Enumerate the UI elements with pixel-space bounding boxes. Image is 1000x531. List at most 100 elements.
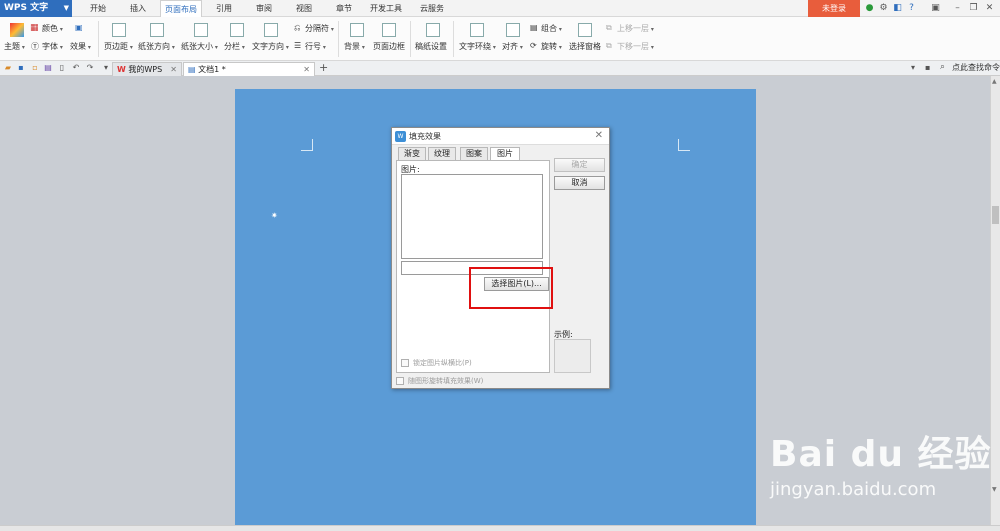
bring-forward-button[interactable]: 上移一层	[617, 23, 654, 34]
sample-preview	[554, 339, 591, 373]
breaks-button[interactable]: 分隔符	[305, 23, 334, 34]
undo-icon[interactable]: ↶	[71, 63, 81, 73]
chevron-down-icon: ▼	[63, 4, 69, 12]
menu-bar: WPS 文字 ▼ 开始 插入 页面布局 引用 审阅 视图 章节 开发工具 云服务…	[0, 0, 1000, 17]
dialog-title-bar[interactable]: W 填充效果 ✕	[392, 128, 609, 145]
divider	[453, 21, 454, 57]
rotate-icon: ⟳	[530, 41, 537, 50]
app-name: WPS 文字	[4, 3, 49, 13]
redo-icon[interactable]: ↷	[85, 63, 95, 73]
app-menu-button[interactable]: WPS 文字 ▼	[0, 0, 72, 17]
scrollbar-thumb[interactable]	[992, 206, 999, 224]
status-bar	[0, 525, 1000, 531]
close-icon[interactable]: ✕	[595, 130, 603, 141]
scroll-up-icon[interactable]: ▲	[992, 78, 997, 85]
tab-texture[interactable]: 纹理	[428, 147, 456, 160]
cancel-button[interactable]: 取消	[554, 176, 605, 190]
line-numbers-icon: ☰	[294, 41, 302, 50]
document-icon: ▤	[188, 65, 196, 74]
wps-logo-icon: W	[117, 65, 126, 74]
tab-home[interactable]: 开始	[80, 0, 116, 17]
send-backward-icon: ⧉	[606, 41, 612, 50]
bring-forward-icon: ⧉	[606, 23, 612, 32]
margin-marker	[678, 139, 690, 151]
comment-icon[interactable]: ▪	[925, 63, 930, 72]
close-icon[interactable]: ✕	[984, 3, 995, 14]
close-icon[interactable]: ✕	[170, 63, 177, 76]
tab-developer[interactable]: 开发工具	[364, 0, 408, 17]
tab-pattern[interactable]: 图案	[460, 147, 488, 160]
wrap-text-icon	[470, 23, 484, 37]
tab-references[interactable]: 引用	[206, 0, 242, 17]
color-button[interactable]: 颜色	[42, 23, 63, 34]
print-preview-icon[interactable]: ▫	[30, 63, 40, 73]
share-icon[interactable]: ◧	[892, 3, 903, 14]
open-icon[interactable]: ▰	[3, 63, 13, 73]
columns-icon	[230, 23, 244, 37]
skin-icon[interactable]: ●	[864, 3, 875, 14]
export-icon[interactable]: ▯	[57, 63, 67, 73]
margins-button[interactable]: 页边距	[104, 41, 133, 52]
manuscript-icon	[426, 23, 440, 37]
baidu-watermark: Bai du 经验 jingyan.baidu.com	[770, 425, 992, 500]
tab-view[interactable]: 视图	[286, 0, 322, 17]
picture-preview	[401, 174, 543, 259]
text-direction-button[interactable]: 文字方向	[252, 41, 289, 52]
annotation-highlight-box	[469, 267, 553, 309]
tab-document-1[interactable]: ▤ 文档1 * ✕	[183, 62, 315, 76]
loading-icon: ✷	[271, 211, 278, 220]
lock-aspect-ratio-checkbox[interactable]: 锁定图片纵横比(P)	[401, 358, 472, 368]
tab-cloud[interactable]: 云服务	[412, 0, 452, 17]
chevron-down-icon[interactable]: ▾	[101, 63, 111, 73]
rotate-button[interactable]: 旋转	[541, 41, 562, 52]
checkbox-box	[396, 377, 404, 385]
tab-my-wps[interactable]: W 我的WPS ✕	[112, 62, 182, 76]
checkbox-label: 随图形旋转填充效果(W)	[408, 377, 484, 385]
effect-button[interactable]: 效果	[70, 41, 91, 52]
close-icon[interactable]: ✕	[303, 63, 310, 76]
ok-button[interactable]: 确定	[554, 158, 605, 172]
ribbon: 主题 ▦ 颜色 ▣ Ⓣ 字体 效果 页边距 纸张方向 纸张大小 分栏 文字方向 …	[0, 17, 1000, 61]
tab-review[interactable]: 审阅	[246, 0, 282, 17]
color-palette-icon: ▦	[30, 23, 39, 33]
group-button[interactable]: 组合	[541, 23, 562, 34]
columns-button[interactable]: 分栏	[224, 41, 245, 52]
page-border-button[interactable]: 页面边框	[373, 41, 405, 52]
watermark-url: jingyan.baidu.com	[770, 479, 937, 500]
paper-size-button[interactable]: 纸张大小	[181, 41, 218, 52]
tab-gradient[interactable]: 渐变	[398, 147, 426, 160]
manuscript-button[interactable]: 稿纸设置	[415, 41, 447, 52]
tab-section[interactable]: 章节	[326, 0, 362, 17]
tab-insert[interactable]: 插入	[120, 0, 156, 17]
send-backward-button[interactable]: 下移一层	[617, 41, 654, 52]
maximize-icon[interactable]: ❐	[968, 3, 979, 14]
save-icon[interactable]: ▪	[16, 63, 26, 73]
wrap-text-button[interactable]: 文字环绕	[459, 41, 496, 52]
fill-effects-dialog: W 填充效果 ✕ 渐变 纹理 图案 图片 图片: 选择图片(L)... 锁定图片…	[391, 127, 610, 389]
search-command-input[interactable]: 点此查找命令	[952, 62, 1000, 73]
line-numbers-button[interactable]: 行号	[305, 41, 326, 52]
login-button[interactable]: 未登录	[808, 0, 860, 17]
theme-icon	[10, 23, 24, 37]
divider	[338, 21, 339, 57]
tab-page-layout[interactable]: 页面布局	[160, 0, 202, 17]
orientation-button[interactable]: 纸张方向	[138, 41, 175, 52]
background-button[interactable]: 背景	[344, 41, 365, 52]
minimize-icon[interactable]: –	[952, 3, 963, 14]
new-tab-icon[interactable]: +	[319, 61, 328, 74]
scroll-down-icon[interactable]: ▼	[992, 486, 997, 493]
align-button[interactable]: 对齐	[502, 41, 523, 52]
help-icon[interactable]: ?	[906, 3, 917, 14]
theme-button[interactable]: 主题	[4, 41, 25, 52]
divider	[98, 21, 99, 57]
print-icon[interactable]: ▤	[43, 63, 53, 73]
background-icon	[350, 23, 364, 37]
margin-marker	[301, 139, 313, 151]
pin-icon[interactable]: ▾	[911, 63, 915, 72]
rotate-with-shape-checkbox[interactable]: 随图形旋转填充效果(W)	[396, 376, 483, 386]
tab-picture[interactable]: 图片	[490, 147, 520, 161]
restore-ribbon-icon[interactable]: ▣	[930, 3, 941, 14]
gear-icon[interactable]: ⚙	[878, 3, 889, 14]
font-theme-button[interactable]: 字体	[42, 41, 63, 52]
selection-pane-button[interactable]: 选择窗格	[569, 41, 601, 52]
